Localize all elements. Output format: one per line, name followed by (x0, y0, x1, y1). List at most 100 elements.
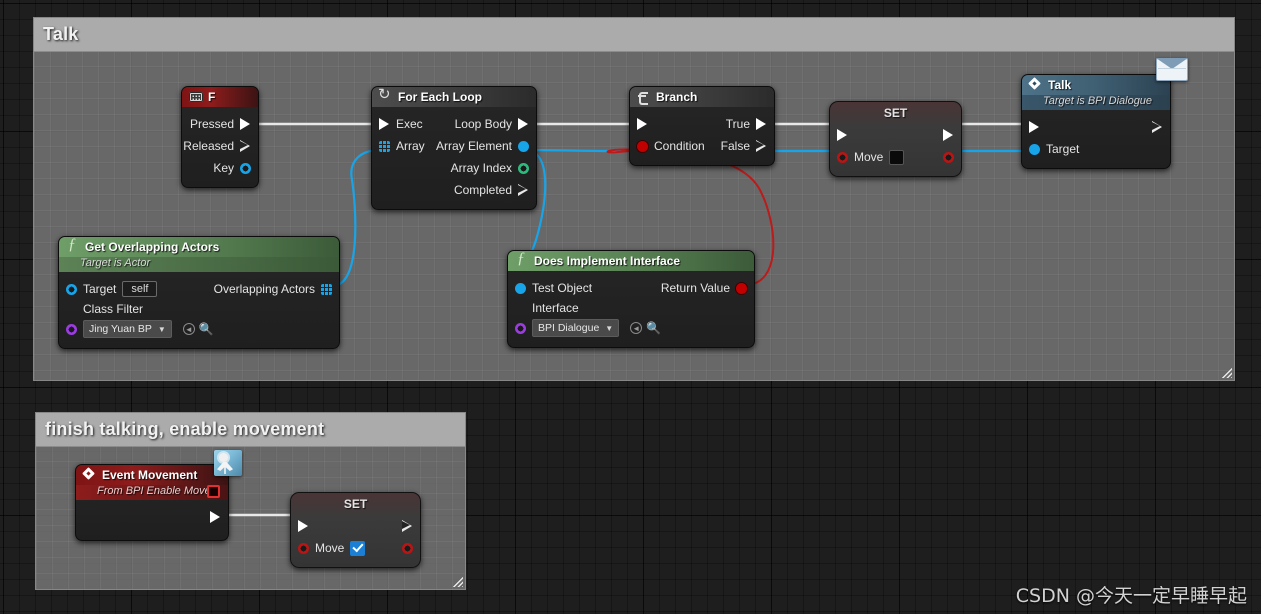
exec-pin-set-top-out[interactable] (943, 128, 954, 142)
search-icon[interactable]: 🔍 (646, 321, 661, 335)
event-red-pin-icon (207, 485, 220, 498)
comment-title-bar-talk[interactable]: Talk (34, 18, 1234, 52)
pin-row-released[interactable]: Released (182, 135, 258, 157)
move-checkbox-top[interactable] (889, 149, 905, 165)
pin-label-test-object: Test Object (532, 281, 593, 295)
pin-row-set-bottom-exec[interactable] (291, 515, 420, 537)
pin-row-exec-loopbody[interactable]: Exec Loop Body (372, 113, 536, 135)
exec-pin-false[interactable] (756, 139, 767, 153)
exec-pin-pressed[interactable] (240, 117, 251, 131)
exec-pin-set-top-in[interactable] (837, 128, 848, 142)
node-body-branch: True Condition False (630, 107, 774, 165)
pin-row-talk-exec[interactable] (1022, 116, 1170, 138)
exec-pin-talk-in[interactable] (1029, 120, 1040, 134)
node-does-implement-interface[interactable]: Does Implement Interface Test Object Ret… (507, 250, 755, 348)
pin-row-talk-target[interactable]: Target (1022, 138, 1170, 160)
exec-pin-branch-in[interactable] (637, 117, 648, 131)
pin-row-pressed[interactable]: Pressed (182, 113, 258, 135)
data-pin-class-filter[interactable] (66, 323, 77, 335)
exec-pin-in-exec[interactable] (379, 117, 390, 131)
pin-row-key[interactable]: Key (182, 157, 258, 179)
pin-row-completed[interactable]: Completed (372, 179, 536, 201)
blueprint-graph-canvas[interactable]: Talk finish talking, enable movement F P… (0, 0, 1261, 614)
pin-label-loop-body: Loop Body (454, 117, 512, 131)
exec-pin-completed[interactable] (518, 183, 529, 197)
exec-pin-set-bottom-in[interactable] (298, 519, 309, 533)
blueprint-icon (214, 450, 242, 476)
envelope-icon (1156, 58, 1188, 81)
pin-row-branch-exec-true[interactable]: True (630, 113, 774, 135)
row-class-filter-combo[interactable]: Jing Yuan BP ▼ ◄ 🔍 (59, 318, 339, 340)
node-set-move-top[interactable]: SET Move (829, 101, 962, 177)
pin-label-released: Released (183, 139, 234, 153)
comment-title-bar-movement[interactable]: finish talking, enable movement (36, 413, 465, 447)
class-filter-actions[interactable]: ◄ 🔍 (182, 322, 214, 336)
node-header-get-overlapping-actors: Get Overlapping Actors (59, 237, 339, 257)
data-pin-array-in[interactable] (379, 140, 390, 152)
row-class-filter-label: Class Filter (59, 300, 339, 318)
node-body-talk: Target (1022, 110, 1170, 168)
pin-row-set-top-move[interactable]: Move (830, 146, 961, 168)
move-checkbox-bottom[interactable] (350, 540, 366, 556)
interface-dropdown[interactable]: BPI Dialogue ▼ (532, 319, 620, 337)
data-pin-talk-target[interactable] (1029, 143, 1040, 155)
pin-label-return-value: Return Value (660, 281, 730, 295)
data-pin-overlapping-actors[interactable] (321, 283, 332, 295)
node-title-get-overlapping-actors: Get Overlapping Actors (85, 240, 220, 254)
data-pin-test-object[interactable] (515, 282, 526, 294)
node-for-each-loop[interactable]: For Each Loop Exec Loop Body Array (371, 86, 537, 210)
pin-row-set-top-exec[interactable] (830, 124, 961, 146)
comment-resize-handle-movement[interactable] (451, 575, 463, 587)
exec-pin-released[interactable] (240, 139, 251, 153)
class-filter-dropdown[interactable]: Jing Yuan BP ▼ (83, 320, 172, 338)
exec-pin-talk-out[interactable] (1152, 120, 1163, 134)
pin-label-move-top: Move (854, 150, 884, 164)
data-pin-array-element[interactable] (518, 140, 529, 152)
node-body-set-bottom: Move (291, 513, 420, 567)
data-pin-goa-target[interactable] (66, 283, 77, 295)
node-get-overlapping-actors[interactable]: Get Overlapping Actors Target is Actor T… (58, 236, 340, 349)
browse-back-icon[interactable]: ◄ (630, 322, 643, 334)
comment-resize-handle-talk[interactable] (1220, 366, 1232, 378)
data-pin-key[interactable] (240, 162, 251, 174)
goa-target-value-field[interactable]: self (122, 281, 158, 297)
node-key-event-f[interactable]: F Pressed Released Key (181, 86, 259, 188)
pin-row-set-bottom-move[interactable]: Move (291, 537, 420, 559)
node-talk[interactable]: Talk Target is BPI Dialogue Target (1021, 58, 1188, 169)
interface-actions[interactable]: ◄ 🔍 (630, 321, 661, 335)
data-pin-return-value[interactable] (736, 282, 747, 294)
data-pin-move-in-bottom[interactable] (298, 542, 309, 554)
pin-label-condition: Condition (654, 139, 705, 153)
node-set-move-bottom[interactable]: SET Move (290, 492, 421, 568)
row-interface-combo[interactable]: BPI Dialogue ▼ ◄ 🔍 (508, 317, 754, 339)
browse-back-icon[interactable]: ◄ (182, 323, 195, 335)
pin-row-goa-target[interactable]: Target self Overlapping Actors (59, 278, 339, 300)
comment-title-text-movement: finish talking, enable movement (45, 419, 325, 439)
pin-row-array-index[interactable]: Array Index (372, 157, 536, 179)
pin-row-test-object[interactable]: Test Object Return Value (508, 277, 754, 299)
pin-row-event-movement-exec[interactable] (76, 506, 228, 528)
node-title-branch: Branch (656, 90, 698, 104)
node-body-does-implement-interface: Test Object Return Value Interface BPI D… (508, 271, 754, 347)
chevron-down-icon: ▼ (605, 323, 614, 333)
exec-pin-set-bottom-out[interactable] (402, 519, 413, 533)
exec-pin-loop-body[interactable] (518, 117, 529, 131)
exec-pin-event-movement-out[interactable] (210, 510, 221, 524)
node-branch[interactable]: Branch True Condition False (629, 86, 775, 166)
node-subtitle-talk: Target is BPI Dialogue (1022, 95, 1170, 110)
exec-pin-true[interactable] (756, 117, 767, 131)
pin-label-goa-target: Target (83, 282, 117, 296)
node-header-key-f: F (182, 87, 258, 107)
node-event-movement[interactable]: Event Movement From BPI Enable Move (75, 450, 242, 541)
data-pin-condition[interactable] (637, 140, 648, 152)
data-pin-move-in-top[interactable] (837, 151, 848, 163)
search-icon[interactable]: 🔍 (199, 322, 214, 336)
data-pin-move-out-top[interactable] (943, 151, 954, 163)
data-pin-array-index[interactable] (518, 162, 529, 174)
data-pin-interface[interactable] (515, 322, 526, 334)
comment-title-text-talk: Talk (43, 24, 79, 44)
data-pin-move-out-bottom[interactable] (402, 542, 413, 554)
event-diamond-icon (83, 469, 97, 481)
pin-row-array-element[interactable]: Array Array Element (372, 135, 536, 157)
pin-row-condition-false[interactable]: Condition False (630, 135, 774, 157)
